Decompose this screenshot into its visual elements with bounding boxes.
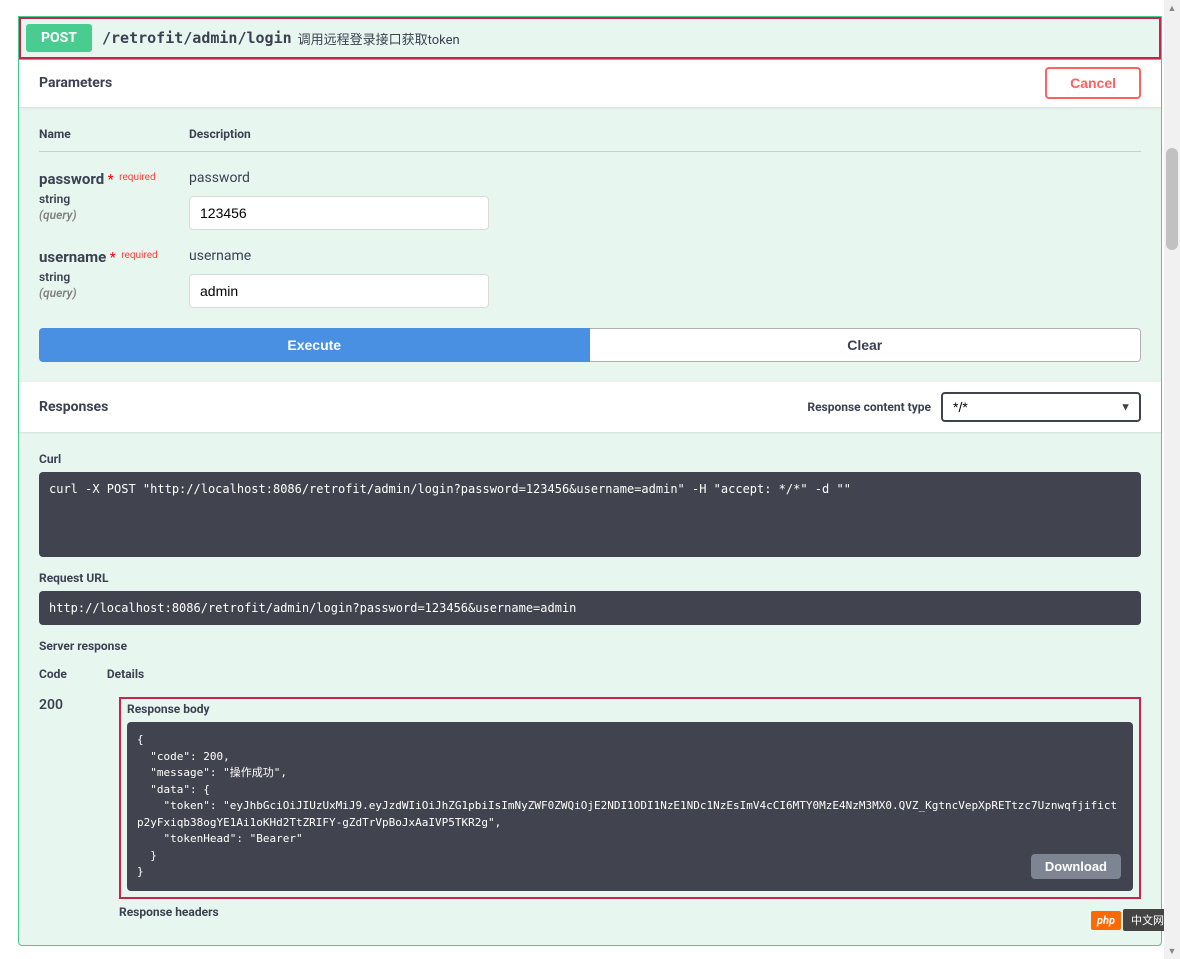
table-row: password * required string (query) passw… xyxy=(39,170,1141,230)
code-header: Code xyxy=(39,667,67,681)
details-header: Details xyxy=(107,667,144,681)
download-button[interactable]: Download xyxy=(1031,854,1121,879)
response-body-title: Response body xyxy=(127,702,1133,716)
response-table: Code Details 200 Response body { "code":… xyxy=(39,667,1141,925)
responses-header: Responses Response content type */* ▼ xyxy=(19,382,1161,432)
request-url-title: Request URL xyxy=(39,571,1141,585)
server-response-title: Server response xyxy=(39,639,1141,653)
content-type-wrapper: Response content type */* ▼ xyxy=(807,392,1141,422)
username-input[interactable] xyxy=(189,274,489,308)
responses-title: Responses xyxy=(39,399,108,415)
php-logo-icon: php xyxy=(1091,911,1121,930)
table-row: 200 Response body { "code": 200, "messag… xyxy=(39,697,1141,925)
param-name-cell: password * required string (query) xyxy=(39,170,189,230)
endpoint-description: 调用远程登录接口获取token xyxy=(298,29,460,48)
content-type-select[interactable]: */* xyxy=(941,392,1141,422)
clear-button[interactable]: Clear xyxy=(590,328,1142,362)
column-description-header: Description xyxy=(189,127,251,141)
table-row: username * required string (query) usern… xyxy=(39,248,1141,308)
param-description: username xyxy=(189,248,1141,264)
status-code: 200 xyxy=(39,697,79,925)
vertical-scrollbar[interactable]: ▲ ▼ xyxy=(1164,0,1180,959)
param-in: (query) xyxy=(39,286,189,300)
curl-title: Curl xyxy=(39,452,1141,466)
request-url-output[interactable]: http://localhost:8086/retrofit/admin/log… xyxy=(39,591,1141,625)
endpoint-path: /retrofit/admin/login xyxy=(102,29,292,47)
param-type: string xyxy=(39,192,189,206)
response-details: Response body { "code": 200, "message": … xyxy=(119,697,1141,925)
parameters-table-header: Name Description xyxy=(39,127,1141,152)
required-star-icon: * xyxy=(110,250,116,266)
cancel-button[interactable]: Cancel xyxy=(1045,67,1141,99)
response-body-highlight: Response body { "code": 200, "message": … xyxy=(119,697,1141,899)
execute-button-row: Execute Clear xyxy=(19,328,1161,382)
content-type-label: Response content type xyxy=(807,400,931,414)
scroll-up-arrow-icon[interactable]: ▲ xyxy=(1164,0,1180,16)
scroll-thumb[interactable] xyxy=(1166,148,1178,250)
param-name: username xyxy=(39,248,106,266)
curl-output[interactable]: curl -X POST "http://localhost:8086/retr… xyxy=(39,472,1141,557)
watermark: php 中文网 xyxy=(1091,909,1172,931)
required-label: required xyxy=(119,250,157,261)
param-description-cell: password xyxy=(189,170,1141,230)
param-name-cell: username * required string (query) xyxy=(39,248,189,308)
parameters-title: Parameters xyxy=(39,75,112,91)
required-label: required xyxy=(117,172,155,183)
param-description: password xyxy=(189,170,1141,186)
column-name-header: Name xyxy=(39,127,189,141)
response-headers-title: Response headers xyxy=(119,905,1141,919)
param-description-cell: username xyxy=(189,248,1141,308)
parameters-header: Parameters Cancel xyxy=(19,59,1161,107)
operation-summary[interactable]: POST /retrofit/admin/login 调用远程登录接口获取tok… xyxy=(19,17,1161,59)
param-in: (query) xyxy=(39,208,189,222)
parameters-table: Name Description password * required str… xyxy=(19,107,1161,328)
execute-button[interactable]: Execute xyxy=(39,328,590,362)
responses-inner: Curl curl -X POST "http://localhost:8086… xyxy=(19,432,1161,945)
scroll-down-arrow-icon[interactable]: ▼ xyxy=(1164,943,1180,959)
operation-block: POST /retrofit/admin/login 调用远程登录接口获取tok… xyxy=(18,16,1162,946)
required-star-icon: * xyxy=(108,172,114,188)
param-type: string xyxy=(39,270,189,284)
response-body-output[interactable]: { "code": 200, "message": "操作成功", "data"… xyxy=(127,722,1133,891)
password-input[interactable] xyxy=(189,196,489,230)
param-name: password xyxy=(39,170,104,188)
response-table-header: Code Details xyxy=(39,667,1141,687)
http-method-badge: POST xyxy=(26,24,92,52)
